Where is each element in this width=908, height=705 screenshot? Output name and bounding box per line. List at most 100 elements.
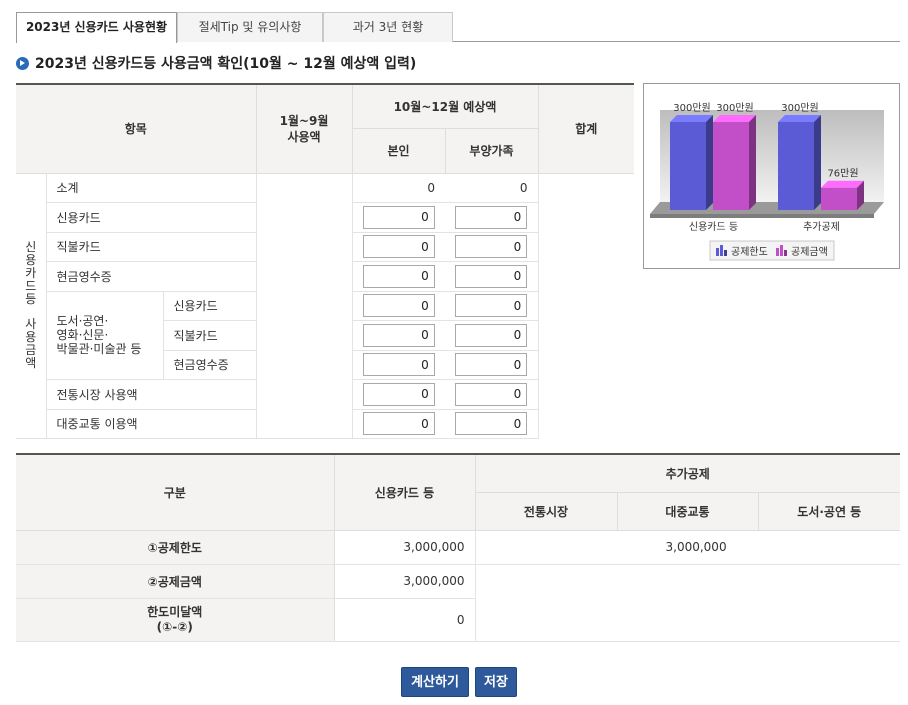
- header-dependent: 부양가족: [445, 128, 539, 174]
- cell: [352, 291, 445, 321]
- chart-data-label: 76만원: [827, 168, 858, 180]
- row-label: 소계: [46, 173, 256, 203]
- header-credit: 신용카드 등: [333, 454, 475, 531]
- tab-past-3-years[interactable]: 과거 3년 현황: [323, 12, 453, 42]
- shortfall-credit-value: 0: [334, 598, 475, 642]
- header-jan-sep-line1: 1월~9월: [279, 113, 329, 128]
- culture-group-label: 도서·공연· 영화·신문· 박물관·미술관 등: [46, 291, 164, 380]
- culture-label-line1: 도서·공연·: [56, 314, 109, 329]
- shortfall-label-line2: (①-②): [156, 619, 193, 634]
- legend-swatch: [720, 245, 723, 256]
- deduction-summary-table: 구분 신용카드 등 추가공제 전통시장 대중교통 도서·공연 등 ①공제한도 3…: [16, 453, 900, 642]
- tab-tax-tips[interactable]: 절세Tip 및 유의사항: [177, 12, 323, 42]
- section-title-text: 2023년 신용카드등 사용금액 확인(10월 ~ 12월 예상액 입력): [35, 56, 417, 72]
- culture-credit-self-input[interactable]: [362, 294, 435, 318]
- credit-card-dependent-input[interactable]: [455, 205, 528, 229]
- calculate-button[interactable]: 계산하기: [401, 667, 469, 697]
- culture-cash-self-input[interactable]: [362, 353, 435, 377]
- chart-bar: [821, 187, 857, 210]
- legend-swatch: [776, 248, 779, 256]
- row-deduction-limit: ①공제한도: [16, 530, 335, 565]
- header-item: 항목: [16, 84, 257, 174]
- chart-bar-top: [821, 180, 864, 188]
- legend-label: 공제한도: [731, 246, 768, 258]
- culture-cash-dependent-input[interactable]: [455, 353, 528, 377]
- row-deduction-amount: ②공제금액: [16, 564, 335, 599]
- total-column: [537, 173, 634, 439]
- cell: [445, 261, 538, 292]
- row-label: 신용카드: [46, 202, 256, 233]
- side-label: 신용카드등사용금액: [16, 173, 47, 439]
- cell: [352, 320, 445, 351]
- header-total: 합계: [538, 84, 634, 174]
- subtotal-self: 0: [352, 173, 445, 203]
- header-transit: 대중교통: [616, 492, 758, 531]
- legend-swatch: [724, 250, 727, 256]
- cell: [352, 261, 445, 292]
- chart-bar: [713, 122, 749, 210]
- debit-card-self-input[interactable]: [362, 235, 435, 259]
- header-culture: 도서·공연 등: [757, 492, 900, 531]
- chart-bar-side: [706, 115, 713, 210]
- row-label: 현금영수증: [163, 350, 256, 380]
- deduction-chart: 300만원 300만원 300만원 76만원 신용카드 등 추가공제 공제한도 공제금액: [643, 83, 900, 269]
- chart-svg: 300만원 300만원 300만원 76만원 신용카드 등 추가공제 공제한도 공제금액: [650, 102, 884, 261]
- culture-label-line3: 박물관·미술관 등: [56, 342, 142, 357]
- row-label: 대중교통 이용액: [46, 409, 256, 439]
- section-title: 2023년 신용카드등 사용금액 확인(10월 ~ 12월 예상액 입력): [16, 53, 416, 73]
- chart-data-label: 300만원: [716, 102, 754, 114]
- legend-swatch: [716, 248, 719, 256]
- culture-credit-dependent-input[interactable]: [455, 294, 528, 318]
- chart-bar-side: [749, 115, 756, 210]
- amount-credit-value: 3,000,000: [334, 564, 475, 599]
- arrow-bullet-icon: [16, 56, 29, 70]
- save-button[interactable]: 저장: [475, 667, 517, 697]
- table-row: ①공제한도 3,000,000 3,000,000: [16, 530, 900, 565]
- cell: [352, 379, 445, 410]
- cell: [445, 379, 538, 410]
- culture-debit-dependent-input[interactable]: [455, 323, 528, 347]
- tab-bar: 2023년 신용카드 사용현황 절세Tip 및 유의사항 과거 3년 현황: [16, 12, 900, 43]
- row-label: 신용카드: [163, 291, 256, 321]
- row-shortfall: 한도미달액 (①-②): [16, 598, 335, 642]
- debit-card-dependent-input[interactable]: [455, 235, 528, 259]
- culture-debit-self-input[interactable]: [362, 323, 435, 347]
- cell: [445, 202, 538, 233]
- cell: [445, 232, 538, 262]
- chart-category-label: 신용카드 등: [689, 221, 738, 233]
- transit-dependent-input[interactable]: [455, 412, 528, 436]
- limit-credit-value: 3,000,000: [334, 530, 475, 565]
- header-market: 전통시장: [474, 492, 617, 531]
- chart-bar-side: [814, 115, 821, 210]
- culture-label-line2: 영화·신문·: [56, 328, 109, 343]
- cell: [352, 232, 445, 262]
- header-category: 구분: [16, 454, 334, 531]
- cash-receipt-self-input[interactable]: [362, 264, 435, 288]
- transit-self-input[interactable]: [362, 412, 435, 436]
- cell: [445, 320, 538, 351]
- row-label: 현금영수증: [46, 261, 256, 292]
- table-row: ②공제금액 3,000,000: [16, 564, 900, 642]
- cash-receipt-dependent-input[interactable]: [455, 264, 528, 288]
- tab-2023-usage[interactable]: 2023년 신용카드 사용현황: [16, 12, 177, 43]
- chart-bar-top: [778, 115, 821, 122]
- chart-bar: [670, 122, 706, 210]
- jan-sep-column: [255, 173, 353, 439]
- side-label-char: 등: [25, 292, 37, 307]
- usage-input-table: 항목 1월~9월 사용액 10월~12월 예상액 합계 본인 부양가족 신용카드…: [16, 83, 634, 439]
- market-self-input[interactable]: [362, 382, 435, 406]
- chart-bar-top: [713, 115, 756, 122]
- chart-bar: [778, 122, 814, 210]
- cell: [352, 409, 445, 439]
- chart-bar-top: [670, 115, 713, 122]
- limit-additional-value: 3,000,000: [474, 530, 900, 565]
- market-dependent-input[interactable]: [455, 382, 528, 406]
- header-self: 본인: [352, 128, 446, 174]
- legend-label: 공제금액: [791, 246, 828, 258]
- side-label-char: 액: [25, 356, 37, 371]
- cell: [352, 202, 445, 233]
- row-label: 직불카드: [46, 232, 256, 262]
- row-label: 직불카드: [163, 320, 256, 351]
- credit-card-self-input[interactable]: [362, 205, 435, 229]
- cell: [445, 291, 538, 321]
